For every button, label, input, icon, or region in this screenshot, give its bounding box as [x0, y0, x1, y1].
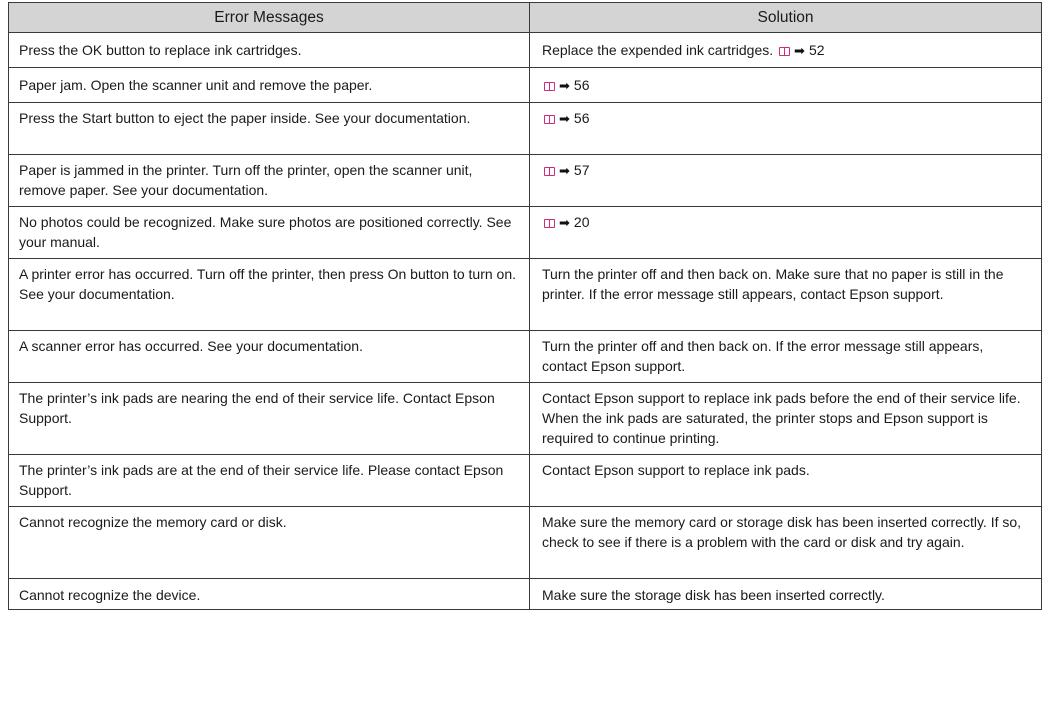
table-row: Press the Start button to eject the pape… — [8, 102, 1042, 155]
error-message-cell: Paper jam. Open the scanner unit and rem… — [8, 67, 530, 103]
error-message-cell: The printer’s ink pads are at the end of… — [8, 454, 530, 507]
book-icon — [544, 115, 555, 124]
solution-text: Replace the expended ink cartridges. — [542, 42, 774, 58]
error-message-cell: A scanner error has occurred. See your d… — [8, 330, 530, 383]
solution-cell: Replace the expended ink cartridges. ➡ 52 — [529, 32, 1042, 68]
error-message-cell: Press the Start button to eject the pape… — [8, 102, 530, 155]
error-messages-table: Error Messages Solution Press the OK but… — [8, 2, 1042, 610]
column-header-solution: Solution — [529, 2, 1042, 33]
table-row: Cannot recognize the device. Make sure t… — [8, 578, 1042, 610]
error-message-cell: Press the OK button to replace ink cartr… — [8, 32, 530, 68]
solution-cell: Contact Epson support to replace ink pad… — [529, 382, 1042, 455]
page-reference-link[interactable]: ➡ 57 — [542, 160, 589, 181]
book-icon — [544, 167, 555, 176]
book-icon — [544, 82, 555, 91]
page-reference-link[interactable]: ➡ 56 — [542, 108, 589, 129]
page-reference-number: 20 — [573, 214, 590, 230]
right-arrow-icon: ➡ — [559, 111, 570, 126]
error-message-cell: Cannot recognize the device. — [8, 578, 530, 610]
table-row: A printer error has occurred. Turn off t… — [8, 258, 1042, 331]
solution-cell: Turn the printer off and then back on. M… — [529, 258, 1042, 331]
solution-cell: ➡ 57 — [529, 154, 1042, 207]
error-message-cell: No photos could be recognized. Make sure… — [8, 206, 530, 259]
table-row: A scanner error has occurred. See your d… — [8, 330, 1042, 383]
page-reference-number: 57 — [573, 162, 590, 178]
table-row: Cannot recognize the memory card or disk… — [8, 506, 1042, 579]
column-header-error-messages: Error Messages — [8, 2, 530, 33]
solution-cell: Contact Epson support to replace ink pad… — [529, 454, 1042, 507]
book-icon — [779, 47, 791, 56]
page-reference-link[interactable]: ➡ 52 — [777, 40, 825, 61]
solution-cell: Turn the printer off and then back on. I… — [529, 330, 1042, 383]
page-reference-number: 56 — [573, 77, 590, 93]
table-row: Paper jam. Open the scanner unit and rem… — [8, 67, 1042, 103]
right-arrow-icon: ➡ — [794, 43, 805, 58]
right-arrow-icon: ➡ — [559, 78, 570, 93]
solution-cell: Make sure the storage disk has been inse… — [529, 578, 1042, 610]
right-arrow-icon: ➡ — [559, 215, 570, 230]
page-reference-number: 56 — [573, 110, 590, 126]
page-reference-link[interactable]: ➡ 20 — [542, 212, 589, 233]
right-arrow-icon: ➡ — [559, 163, 570, 178]
table-header-row: Error Messages Solution — [8, 2, 1042, 33]
solution-cell: ➡ 20 — [529, 206, 1042, 259]
table-row: No photos could be recognized. Make sure… — [8, 206, 1042, 259]
page-reference-link[interactable]: ➡ 56 — [542, 75, 589, 96]
solution-cell: ➡ 56 — [529, 67, 1042, 103]
error-message-cell: Paper is jammed in the printer. Turn off… — [8, 154, 530, 207]
table-row: The printer’s ink pads are at the end of… — [8, 454, 1042, 507]
solution-cell: Make sure the memory card or storage dis… — [529, 506, 1042, 579]
table-row: Paper is jammed in the printer. Turn off… — [8, 154, 1042, 207]
table-row: The printer’s ink pads are nearing the e… — [8, 382, 1042, 455]
error-message-cell: Cannot recognize the memory card or disk… — [8, 506, 530, 579]
table-row: Press the OK button to replace ink cartr… — [8, 32, 1042, 68]
error-message-cell: The printer’s ink pads are nearing the e… — [8, 382, 530, 455]
page-reference-number: 52 — [808, 42, 825, 58]
error-message-cell: A printer error has occurred. Turn off t… — [8, 258, 530, 331]
page: Error Messages Solution Press the OK but… — [0, 0, 1051, 723]
solution-cell: ➡ 56 — [529, 102, 1042, 155]
book-icon — [544, 219, 555, 228]
